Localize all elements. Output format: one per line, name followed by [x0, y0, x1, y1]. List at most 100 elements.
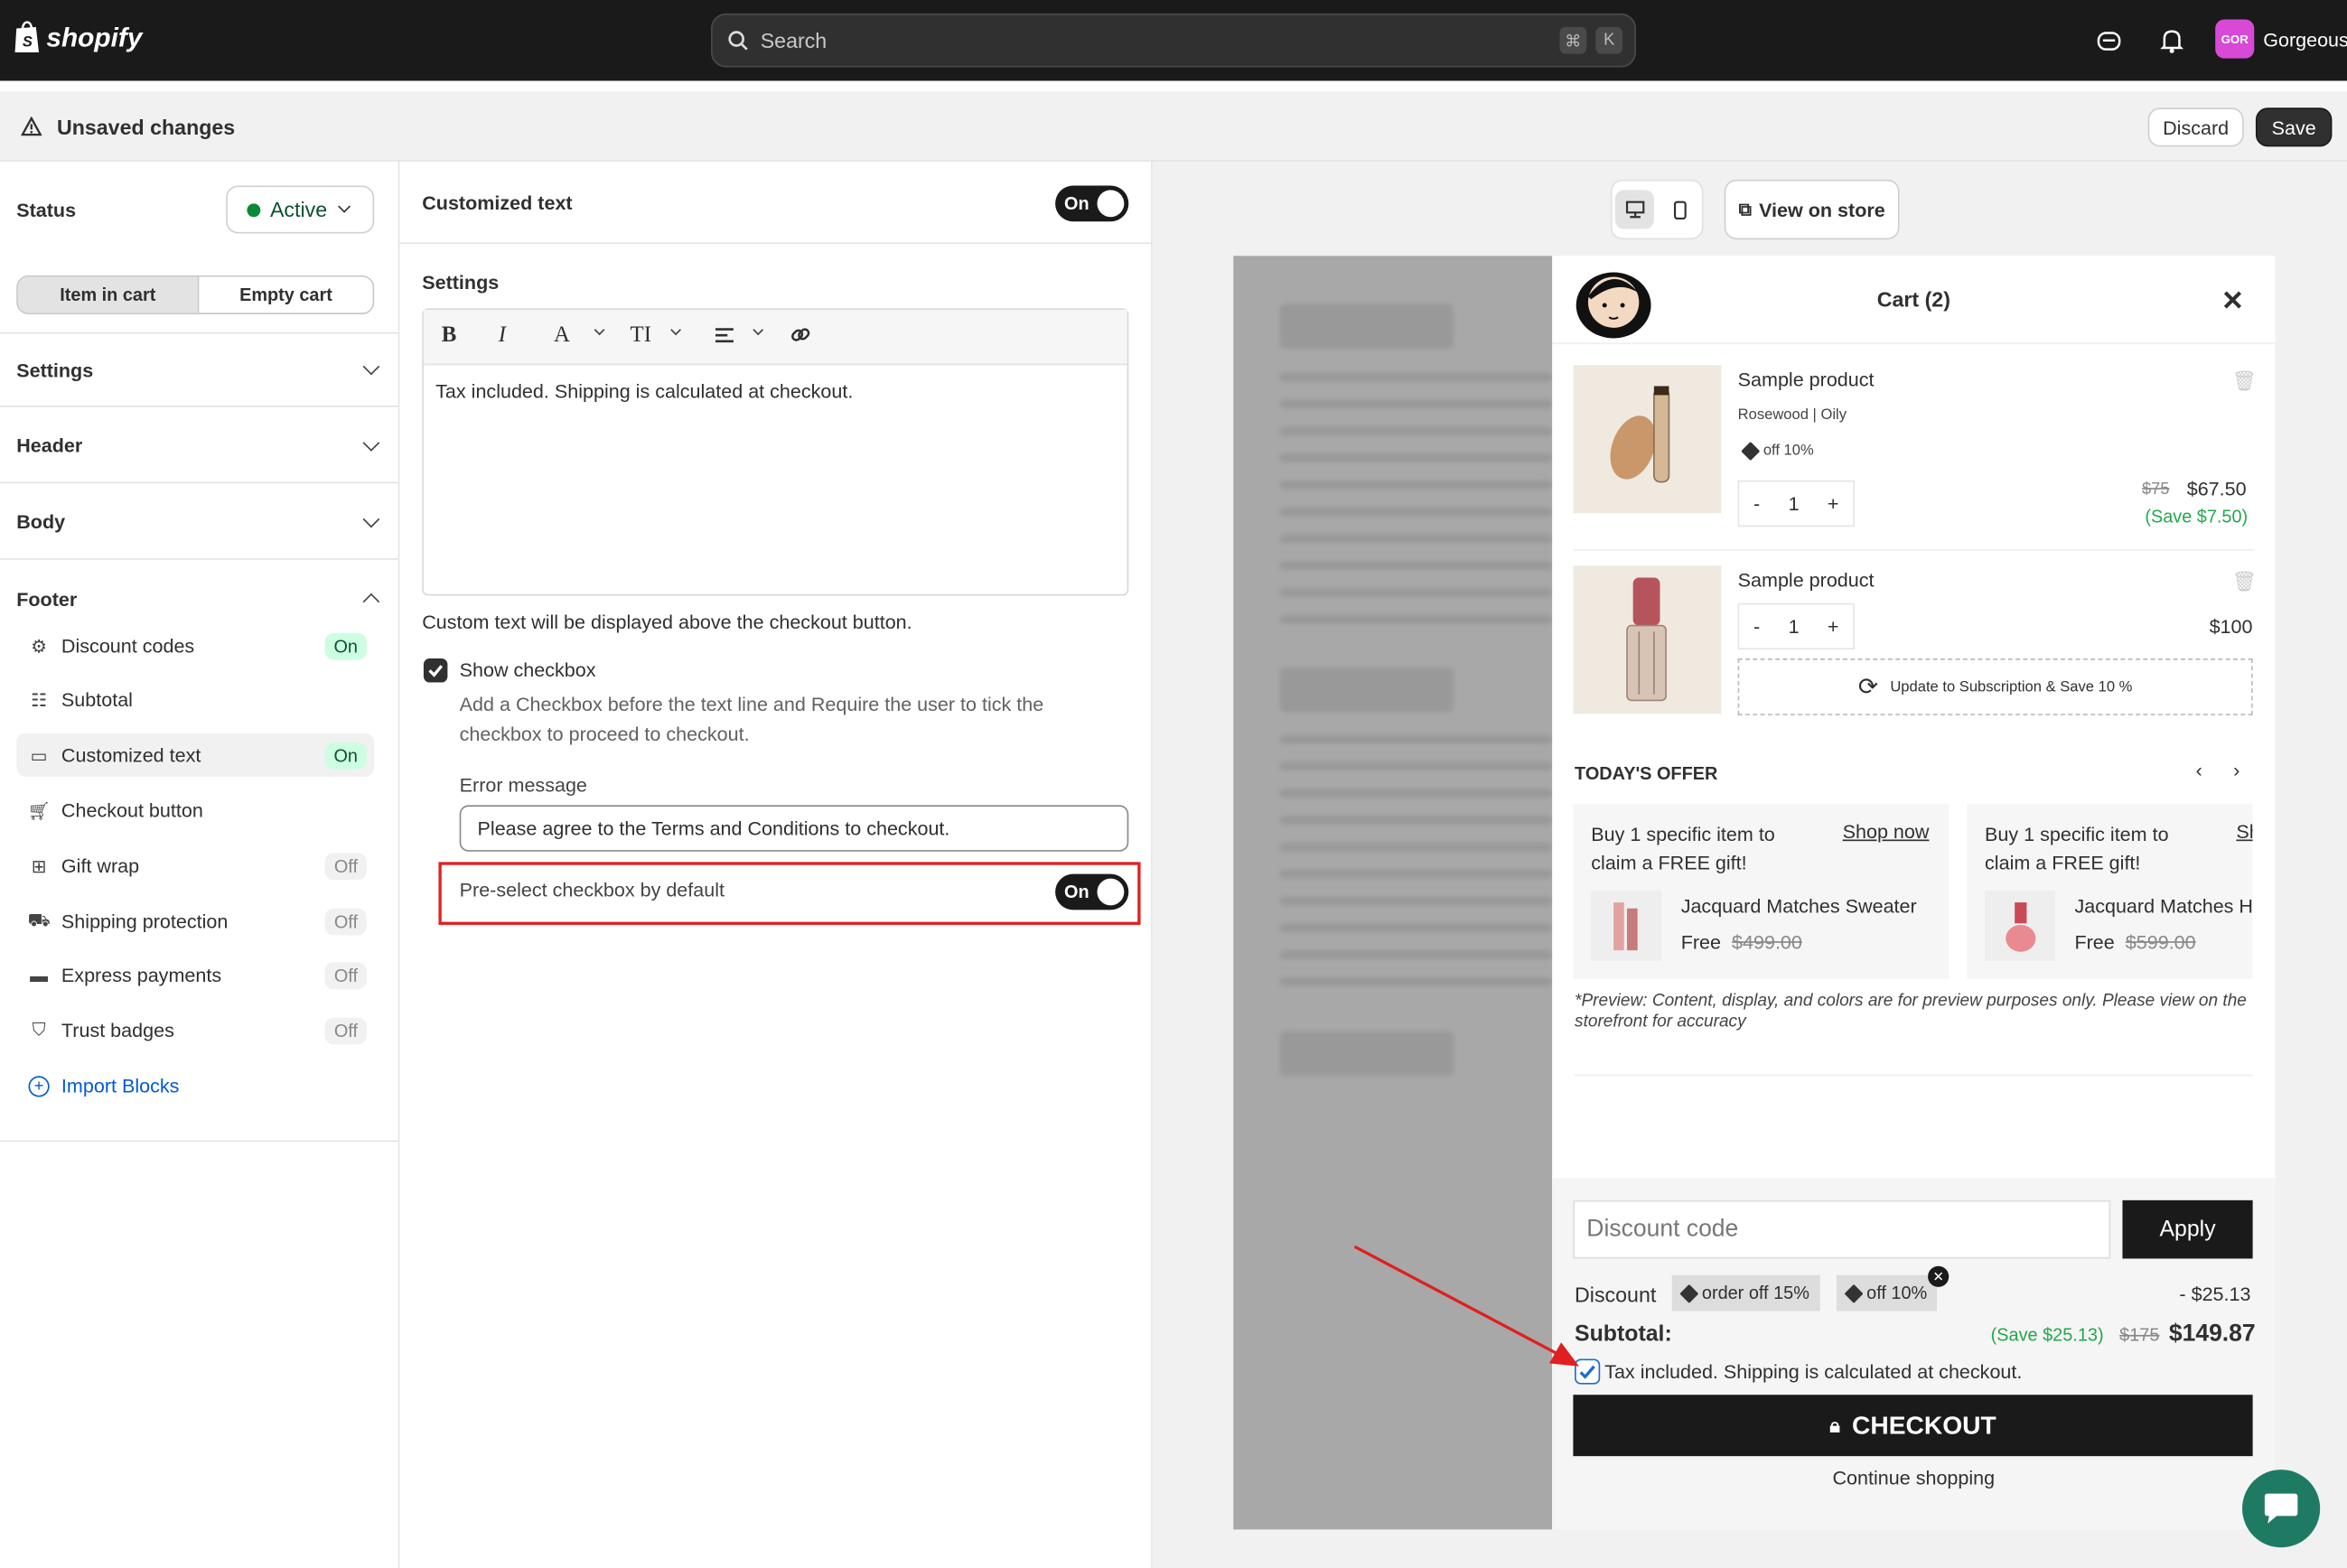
- view-on-store-button[interactable]: ⧉ View on store: [1724, 179, 1900, 240]
- footer-item-trust-badges[interactable]: ⛉ Trust badges Off: [16, 1009, 374, 1052]
- desktop-view-icon[interactable]: [1614, 190, 1654, 229]
- decrease-button[interactable]: -: [1753, 492, 1760, 515]
- original-price: $75: [2142, 480, 2170, 499]
- footer-item-shipping-protection[interactable]: ⛟ Shipping protection Off: [16, 900, 374, 943]
- mobile-view-icon[interactable]: [1660, 190, 1698, 229]
- unsaved-title: Unsaved changes: [56, 115, 236, 140]
- block-title: Customized text: [422, 191, 573, 214]
- bell-icon[interactable]: [2160, 27, 2184, 61]
- decrease-button[interactable]: -: [1753, 615, 1760, 638]
- import-blocks-link[interactable]: + Import Blocks: [16, 1064, 374, 1107]
- discard-button[interactable]: Discard: [2147, 107, 2244, 147]
- footer-item-label: Discount codes: [61, 634, 195, 658]
- bold-button[interactable]: B: [442, 323, 457, 349]
- section-header[interactable]: Header: [0, 408, 398, 484]
- offer-card: Buy 1 specific item to claim a FREE gift…: [1573, 803, 1950, 979]
- settings-heading: Settings: [422, 270, 500, 294]
- footer-item-express-payments[interactable]: ▬ Express payments Off: [16, 953, 374, 996]
- section-body[interactable]: Body: [0, 485, 398, 560]
- helper-text: Custom text will be displayed above the …: [422, 611, 912, 633]
- tab-item-in-cart[interactable]: Item in cart: [17, 276, 198, 313]
- shopify-logo[interactable]: S shopify: [12, 21, 142, 53]
- status-value: Active: [269, 197, 328, 222]
- discount-code-input[interactable]: Discount code: [1573, 1199, 2111, 1259]
- discount-gear-icon: ⚙: [31, 635, 47, 657]
- font-size-button[interactable]: TI: [631, 323, 651, 349]
- editor-content[interactable]: Tax included. Shipping is calculated at …: [424, 365, 1127, 417]
- footer-item-discount-codes[interactable]: ⚙ Discount codes On: [16, 624, 374, 667]
- link-icon[interactable]: [790, 325, 811, 353]
- discount-tag-label: off 10%: [1866, 1282, 1928, 1304]
- skeleton-line: [1279, 534, 1553, 544]
- footer-item-checkout-button[interactable]: 🛒︎ Checkout button: [16, 789, 374, 832]
- shopify-bag-icon: S: [14, 21, 40, 52]
- skeleton-line: [1279, 950, 1553, 960]
- chevron-right-icon[interactable]: ›: [2233, 759, 2239, 781]
- section-settings[interactable]: Settings: [0, 331, 398, 407]
- trash-icon[interactable]: 🗑︎: [2231, 369, 2256, 394]
- cart-title: Cart (2): [1876, 287, 1950, 312]
- preselect-toggle[interactable]: On: [1055, 873, 1129, 910]
- item-save-amount: (Save $7.50): [2145, 506, 2249, 527]
- increase-button[interactable]: +: [1828, 492, 1839, 515]
- footer-item-label: Shipping protection: [61, 910, 229, 933]
- save-button[interactable]: Save: [2255, 107, 2333, 147]
- offer-old-price: $499.00: [1732, 930, 1802, 954]
- chevron-left-icon[interactable]: ‹: [2196, 759, 2202, 781]
- item-price: $67.50: [2186, 477, 2247, 500]
- quantity-stepper[interactable]: - 1 +: [1737, 602, 1855, 650]
- footer-item-gift-wrap[interactable]: ⊞ Gift wrap Off: [16, 844, 374, 887]
- editor-toolbar: B I A TI: [423, 309, 1127, 366]
- tag-icon: [1741, 442, 1761, 462]
- gift-icon: ⊞: [31, 854, 47, 877]
- align-icon[interactable]: [714, 325, 734, 353]
- quantity-stepper[interactable]: - 1 +: [1737, 480, 1855, 527]
- status-badge: Off: [324, 1017, 367, 1045]
- font-color-button[interactable]: A: [554, 323, 570, 349]
- toggle-knob: [1097, 190, 1125, 218]
- brand-name: shopify: [46, 22, 143, 52]
- section-header-label: Header: [16, 434, 83, 457]
- skeleton-line: [1279, 789, 1553, 798]
- product-image: [1573, 365, 1722, 514]
- chat-button[interactable]: [2242, 1470, 2321, 1548]
- discount-tag-label: order off 15%: [1701, 1282, 1809, 1304]
- status-select[interactable]: Active: [226, 185, 375, 234]
- block-enable-toggle[interactable]: On: [1055, 185, 1129, 222]
- close-icon[interactable]: ✕: [2221, 285, 2244, 317]
- top-bar: S shopify Search ⌘ K GOR Gorgeous: [0, 0, 2347, 81]
- footer-item-customized-text[interactable]: ▭ Customized text On: [16, 733, 375, 777]
- trash-icon[interactable]: 🗑︎: [2231, 570, 2256, 594]
- tab-empty-cart[interactable]: Empty cart: [197, 276, 373, 313]
- offer-shop-now-link[interactable]: Shop now: [1843, 820, 1930, 843]
- increase-button[interactable]: +: [1828, 615, 1839, 638]
- skeleton-line: [1279, 761, 1553, 771]
- quantity-value: 1: [1788, 492, 1800, 515]
- continue-shopping-link[interactable]: Continue shopping: [1552, 1467, 2275, 1489]
- warning-icon: [20, 116, 42, 144]
- search-icon: [728, 31, 748, 51]
- skeleton-line: [1279, 614, 1553, 624]
- chevron-up-icon: [362, 593, 380, 611]
- cart-state-segmented: Item in cart Empty cart: [16, 275, 375, 314]
- toggle-knob: [1097, 878, 1125, 906]
- subscription-upgrade-button[interactable]: ⟳ Update to Subscription & Save 10 %: [1737, 658, 2253, 715]
- search-input[interactable]: Search ⌘ K: [711, 13, 1636, 68]
- remove-discount-icon[interactable]: ✕: [1928, 1265, 1950, 1287]
- subtotal-value: $149.87: [2168, 1321, 2256, 1348]
- sidekick-icon[interactable]: [2096, 27, 2123, 61]
- svg-text:S: S: [23, 33, 33, 50]
- status-badge: Off: [324, 962, 367, 990]
- italic-button[interactable]: I: [499, 323, 506, 349]
- subtotal-original: $175: [2119, 1324, 2160, 1346]
- checkout-button[interactable]: 🔒︎ CHECKOUT: [1573, 1395, 2253, 1457]
- checkbox-description: Add a Checkbox before the text line and …: [459, 693, 1044, 746]
- error-message-field[interactable]: Please agree to the Terms and Conditions…: [459, 805, 1129, 852]
- apply-button[interactable]: Apply: [2122, 1199, 2253, 1259]
- show-checkbox[interactable]: [423, 658, 448, 683]
- toggle-label: On: [1064, 881, 1089, 903]
- offer-shop-now-link[interactable]: Sh: [2236, 820, 2252, 843]
- footer-item-subtotal[interactable]: ☷ Subtotal: [16, 678, 374, 722]
- chevron-down-icon: [594, 324, 605, 336]
- store-menu[interactable]: GOR Gorgeous: [2215, 19, 2347, 59]
